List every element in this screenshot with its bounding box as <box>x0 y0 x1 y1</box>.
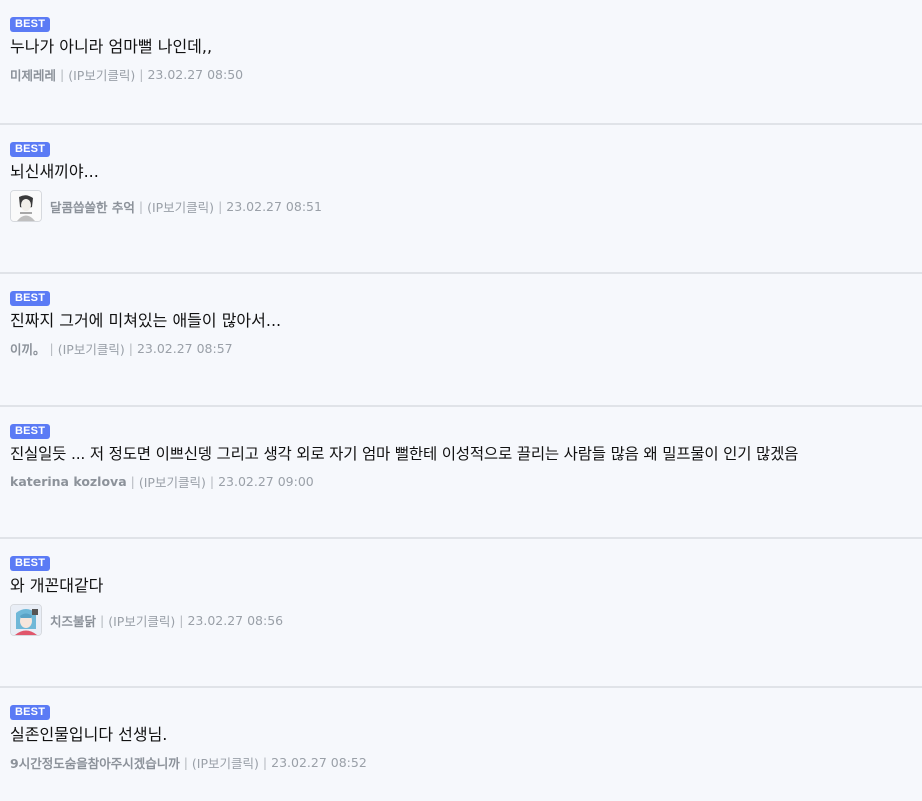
comment-text: 진짜지 그거에 미쳐있는 애들이 많아서... <box>10 311 282 330</box>
comment-text: 진실일듯 ... 저 정도면 이쁘신뎅 그리고 생각 외로 자기 엄마 뻘한테 … <box>10 445 799 463</box>
sketch-avatar-icon <box>11 191 41 221</box>
meta-separator: | <box>128 341 133 356</box>
meta-separator: | <box>139 67 144 82</box>
comment-meta: 9시간정도숨을참아주시겠습니까 | (IP보기클릭) | 23.02.27 08… <box>10 753 912 772</box>
comment-item: BEST 진실일듯 ... 저 정도면 이쁘신뎅 그리고 생각 외로 자기 엄마… <box>0 407 922 539</box>
meta-separator: | <box>60 67 65 82</box>
author-nickname[interactable]: 달콤씁쓸한 추억 <box>50 197 135 216</box>
meta-separator: | <box>138 198 144 214</box>
ip-view-link[interactable]: (IP보기클릭) <box>139 472 206 491</box>
best-badge: BEST <box>10 142 51 157</box>
meta-separator: | <box>130 474 135 489</box>
avatar[interactable] <box>10 190 42 222</box>
meta-separator: | <box>209 474 215 489</box>
comment-meta: 치즈불닭 | (IP보기클릭) | 23.02.27 08:56 <box>10 604 912 636</box>
ip-view-link[interactable]: (IP보기클릭) <box>108 611 175 630</box>
author-nickname[interactable]: 이끼。 <box>10 339 46 358</box>
best-badge: BEST <box>10 291 51 306</box>
best-badge: BEST <box>10 17 51 32</box>
author-nickname[interactable]: 치즈불닭 <box>50 611 96 630</box>
author-nickname[interactable]: katerina kozlova <box>10 474 127 489</box>
comment-meta: 미제레레 | (IP보기클릭) | 23.02.27 08:50 <box>10 65 912 84</box>
meta-separator: | <box>262 755 268 770</box>
best-badge: BEST <box>10 705 51 720</box>
ip-view-link[interactable]: (IP보기클릭) <box>68 65 135 84</box>
best-badge: BEST <box>10 424 51 439</box>
comment-meta: 달콤씁쓸한 추억 | (IP보기클릭) | 23.02.27 08:51 <box>10 190 912 222</box>
meta-separator: | <box>100 612 105 628</box>
best-badge: BEST <box>10 556 51 571</box>
comment-timestamp: 23.02.27 08:56 <box>187 612 284 628</box>
comment-timestamp: 23.02.27 08:57 <box>136 341 233 356</box>
comment-item: BEST 진짜지 그거에 미쳐있는 애들이 많아서... 이끼。 | (IP보기… <box>0 274 922 407</box>
comment-meta: 이끼。 | (IP보기클릭) | 23.02.27 08:57 <box>10 339 912 358</box>
author-nickname[interactable]: 9시간정도숨을참아주시겠습니까 <box>10 753 180 772</box>
meta-separator: | <box>49 341 54 356</box>
comment-timestamp: 23.02.27 09:00 <box>218 474 314 489</box>
comment-text: 와 개꼰대같다 <box>10 576 104 595</box>
comment-item: BEST 누나가 아니라 엄마뻘 나인데,, 미제레레 | (IP보기클릭) |… <box>0 0 922 125</box>
avatar[interactable] <box>10 604 42 636</box>
comment-timestamp: 23.02.27 08:51 <box>226 198 322 214</box>
comment-item: BEST 와 개꼰대같다 치즈불닭 | (IP보기클릭) | 23.02.27 … <box>0 539 922 688</box>
comment-meta: katerina kozlova | (IP보기클릭) | 23.02.27 0… <box>10 472 912 491</box>
anime-avatar-icon <box>11 605 41 635</box>
comment-text: 실존인물입니다 선생님. <box>10 725 168 744</box>
meta-separator: | <box>183 755 188 770</box>
author-nickname[interactable]: 미제레레 <box>10 65 56 84</box>
comment-text: 누나가 아니라 엄마뻘 나인데,, <box>10 37 213 56</box>
ip-view-link[interactable]: (IP보기클릭) <box>58 339 125 358</box>
meta-separator: | <box>179 612 184 628</box>
comment-timestamp: 23.02.27 08:52 <box>271 755 367 770</box>
comment-text: 뇌신새끼야... <box>10 162 99 181</box>
comment-item: BEST 실존인물입니다 선생님. 9시간정도숨을참아주시겠습니까 | (IP보… <box>0 688 922 801</box>
comment-timestamp: 23.02.27 08:50 <box>147 67 244 82</box>
meta-separator: | <box>218 198 223 214</box>
comment-item: BEST 뇌신새끼야... 달콤씁쓸한 추억 | (IP보기클릭) | 23.0… <box>0 125 922 274</box>
ip-view-link[interactable]: (IP보기클릭) <box>192 753 259 772</box>
best-comment-list: BEST 누나가 아니라 엄마뻘 나인데,, 미제레레 | (IP보기클릭) |… <box>0 0 922 801</box>
ip-view-link[interactable]: (IP보기클릭) <box>147 197 214 216</box>
